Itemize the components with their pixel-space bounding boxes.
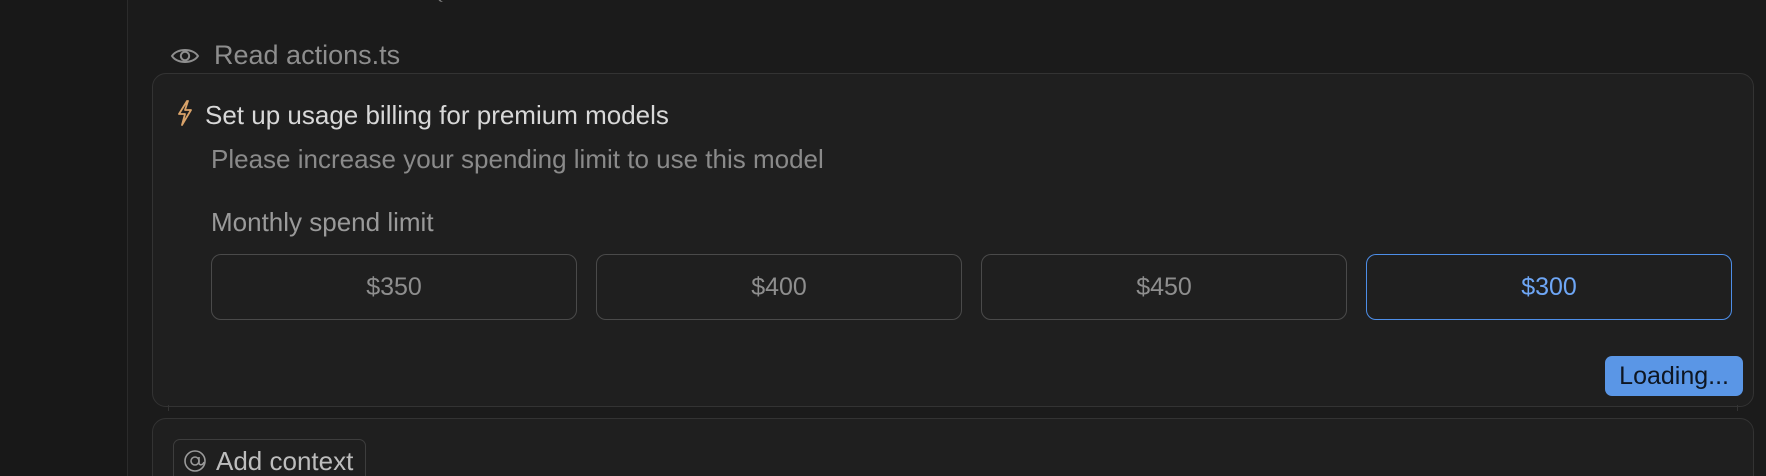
app-frame: Read actions.ts Set up usage billing for… [0,0,1766,476]
tool-call-label: Read actions.ts [214,40,401,70]
left-gutter [0,0,127,476]
spend-option-350[interactable]: $350 [211,254,577,320]
spend-option-450[interactable]: $450 [981,254,1347,320]
at-sign-icon [182,448,208,474]
tool-call-read[interactable]: Read actions.ts [170,40,400,71]
billing-title-row: Set up usage billing for premium models [177,100,669,131]
spend-option-400[interactable]: $400 [596,254,962,320]
add-context-label: Add context [216,445,354,476]
loading-button[interactable]: Loading... [1605,356,1743,396]
billing-title: Set up usage billing for premium models [205,100,669,130]
spend-limit-options: $350 $400 $450 $300 [211,254,1732,320]
add-context-button[interactable]: Add context [173,439,367,476]
composer-card: Add context [152,418,1754,476]
eye-icon [170,45,200,67]
card-separator [168,405,1738,411]
spend-option-300[interactable]: $300 [1366,254,1732,320]
billing-subtitle: Please increase your spending limit to u… [211,144,824,174]
lightning-icon [177,100,193,131]
billing-card: Set up usage billing for premium models … [152,73,1754,407]
spend-limit-label: Monthly spend limit [211,207,434,237]
